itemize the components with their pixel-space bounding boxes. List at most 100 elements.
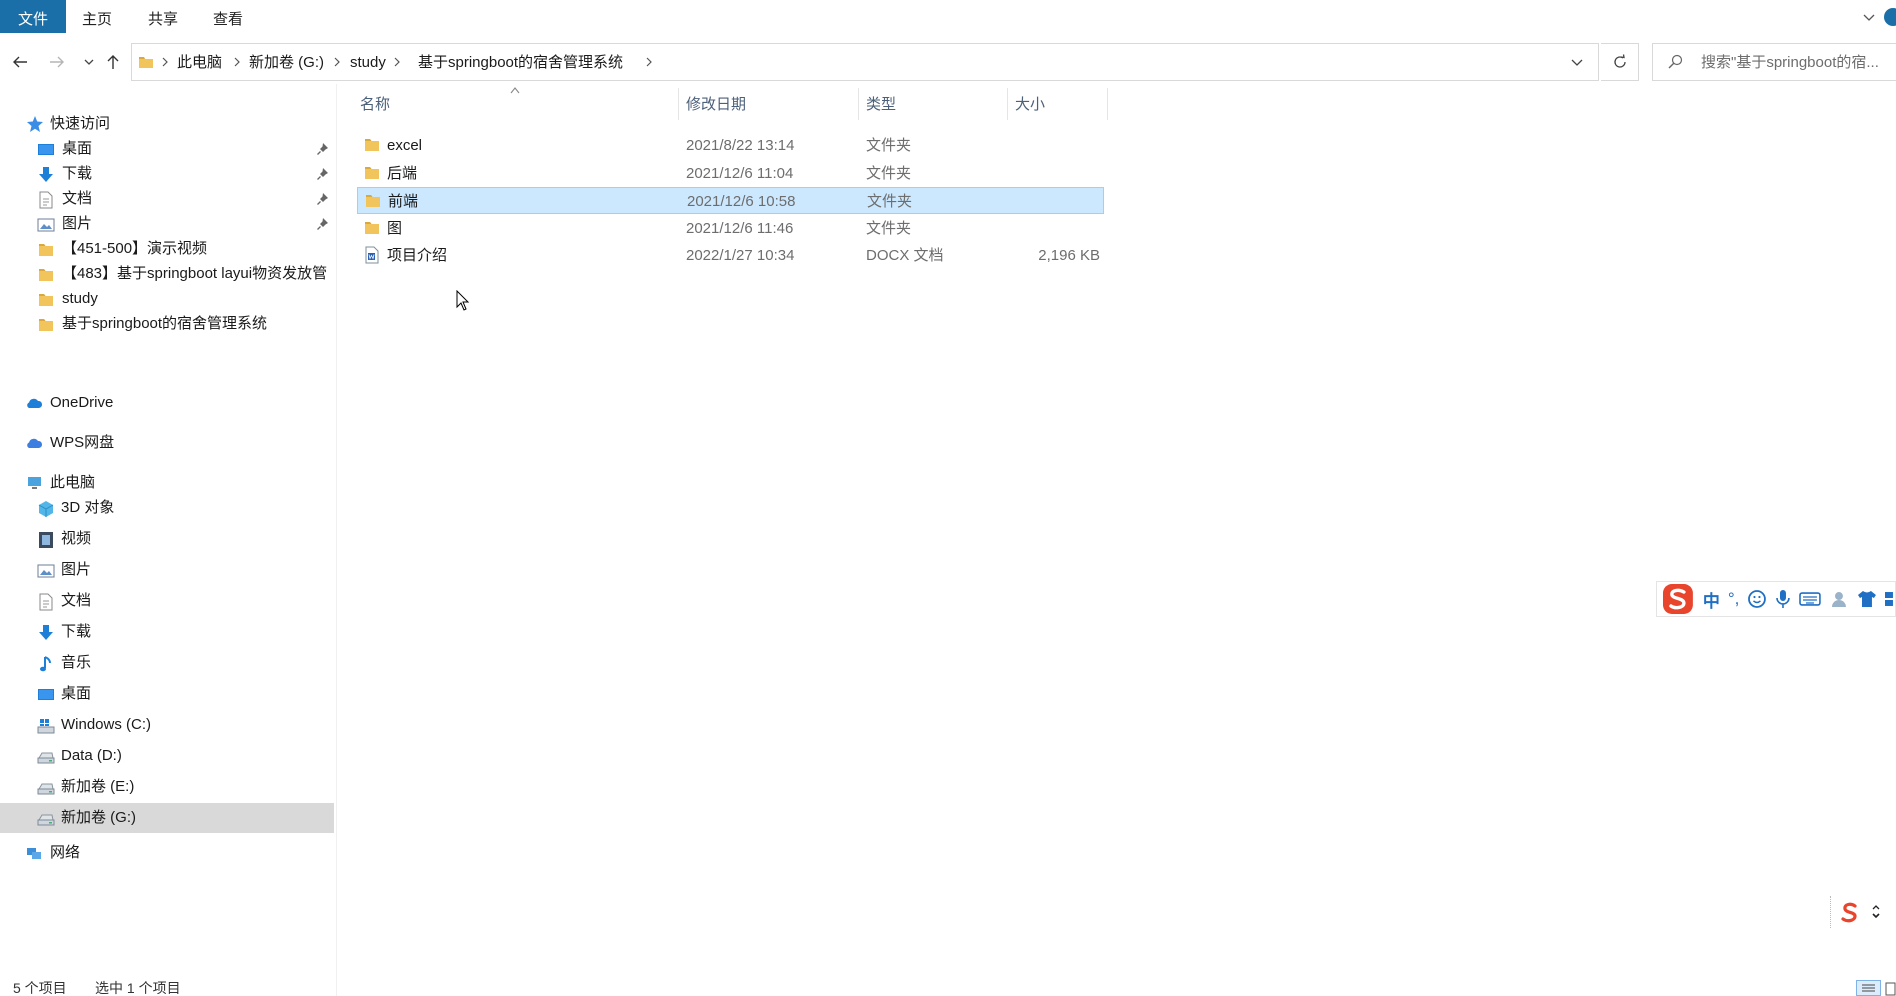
breadcrumb-this-pc[interactable]: 此电脑 bbox=[177, 44, 222, 80]
desktop-icon bbox=[37, 140, 55, 158]
file-size: 2,196 KB bbox=[1038, 247, 1100, 264]
user-icon[interactable] bbox=[1829, 589, 1849, 609]
table-row[interactable]: excel 2021/8/22 13:14 文件夹 bbox=[357, 132, 1104, 159]
file-date: 2022/1/27 10:34 bbox=[686, 247, 795, 264]
back-icon[interactable] bbox=[8, 50, 32, 74]
refresh-button[interactable] bbox=[1601, 43, 1639, 81]
picture-icon bbox=[37, 215, 55, 233]
sidebar-item-pc-e[interactable]: 新加卷 (E:) bbox=[0, 772, 334, 802]
tab-home[interactable]: 主页 bbox=[68, 0, 126, 33]
breadcrumb-separator-icon[interactable] bbox=[644, 56, 654, 68]
sidebar-item-label: 网络 bbox=[50, 844, 81, 861]
breadcrumb-study[interactable]: study bbox=[350, 44, 386, 80]
sogou-logo-icon bbox=[1841, 902, 1857, 923]
sidebar-item-pc-item[interactable]: 音乐 bbox=[0, 648, 334, 678]
toolbox-icon[interactable] bbox=[1883, 589, 1895, 609]
sidebar-item-network[interactable]: 网络 bbox=[0, 838, 334, 868]
table-row[interactable]: 前端 2021/12/6 10:58 文件夹 bbox=[357, 187, 1104, 214]
pin-icon[interactable] bbox=[316, 217, 330, 231]
folder-icon bbox=[363, 219, 381, 237]
pin-icon[interactable] bbox=[316, 142, 330, 156]
ime-punctuation-label[interactable]: °, bbox=[1728, 589, 1740, 609]
column-divider[interactable] bbox=[1007, 88, 1008, 120]
breadcrumb-separator-icon[interactable] bbox=[160, 56, 170, 68]
ime-menu-icon[interactable] bbox=[1871, 904, 1881, 920]
help-icon[interactable] bbox=[1884, 8, 1896, 26]
breadcrumb-separator-icon[interactable] bbox=[392, 56, 402, 68]
address-history-icon[interactable] bbox=[1570, 57, 1584, 69]
folder-icon bbox=[37, 315, 55, 333]
view-mode-buttons[interactable] bbox=[1856, 978, 1896, 996]
ime-mode-label[interactable]: 中 bbox=[1703, 587, 1720, 612]
ribbon-expand-icon[interactable] bbox=[1862, 10, 1876, 24]
search-box[interactable]: 搜索"基于springboot的宿... bbox=[1652, 43, 1896, 81]
breadcrumb-drive-g[interactable]: 新加卷 (G:) bbox=[249, 44, 324, 80]
file-date: 2021/12/6 11:46 bbox=[686, 219, 794, 237]
folder-icon bbox=[37, 240, 55, 258]
tab-file[interactable]: 文件 bbox=[0, 0, 66, 33]
sidebar-item-pc-item[interactable]: 下载 bbox=[0, 617, 334, 647]
drive-icon bbox=[37, 747, 55, 765]
sidebar-item-label: WPS网盘 bbox=[50, 434, 115, 451]
sidebar-item-onedrive[interactable]: OneDrive bbox=[0, 388, 334, 418]
file-name: excel bbox=[387, 137, 423, 154]
table-row[interactable]: 图 2021/12/6 11:46 文件夹 bbox=[357, 215, 1104, 242]
navigation-pane: 快速访问 桌面 下载 文档 图片 【451-500】演示视频 【483】基于springb… bbox=[0, 100, 334, 960]
sidebar-item-label: 图片 bbox=[61, 561, 92, 578]
search-icon bbox=[1668, 54, 1683, 69]
table-row[interactable]: 项目介绍 2022/1/27 10:34 DOCX 文档 2,196 KB bbox=[357, 242, 1104, 269]
address-bar[interactable]: 此电脑 新加卷 (G:) study 基于springboot的宿舍管理系统 bbox=[131, 43, 1599, 81]
ime-mini-toolbar[interactable] bbox=[1830, 896, 1896, 928]
pin-icon[interactable] bbox=[316, 192, 330, 206]
sidebar-item-pc-item[interactable]: 桌面 bbox=[0, 679, 334, 709]
file-name: 前端 bbox=[388, 193, 419, 210]
file-date: 2021/8/22 13:14 bbox=[686, 137, 795, 154]
forward-icon[interactable] bbox=[45, 50, 69, 74]
breadcrumb-separator-icon[interactable] bbox=[232, 56, 242, 68]
sidebar-item-pc-3d[interactable]: 3D 对象 bbox=[0, 493, 334, 523]
cloud-icon bbox=[27, 398, 43, 408]
pin-icon[interactable] bbox=[316, 167, 330, 181]
table-row[interactable]: 后端 2021/12/6 11:04 文件夹 bbox=[357, 160, 1104, 187]
column-header-date[interactable]: 修改日期 bbox=[686, 92, 746, 118]
column-header-size[interactable]: 大小 bbox=[1015, 92, 1045, 118]
file-type: 文件夹 bbox=[867, 193, 913, 210]
breadcrumb-separator-icon[interactable] bbox=[332, 56, 342, 68]
document-icon bbox=[37, 592, 55, 611]
keyboard-icon[interactable] bbox=[1799, 591, 1821, 607]
drive-icon bbox=[37, 809, 55, 827]
sidebar-item-pc-item[interactable]: 图片 bbox=[0, 555, 334, 585]
sort-ascending-icon bbox=[510, 87, 520, 94]
ime-toolbar[interactable]: 中 °, bbox=[1656, 581, 1896, 617]
column-header-name[interactable]: 名称 bbox=[360, 92, 390, 118]
up-icon[interactable] bbox=[101, 50, 125, 74]
column-divider[interactable] bbox=[858, 88, 859, 120]
sidebar-item-pc-item[interactable]: 视频 bbox=[0, 524, 334, 554]
file-name: 图 bbox=[387, 219, 403, 237]
music-icon bbox=[37, 654, 55, 672]
tab-view[interactable]: 查看 bbox=[199, 0, 257, 33]
pane-divider[interactable] bbox=[336, 84, 337, 996]
column-header-type[interactable]: 类型 bbox=[866, 92, 896, 118]
network-icon bbox=[27, 848, 41, 859]
recent-locations-icon[interactable] bbox=[77, 50, 101, 74]
sidebar-item-pc-windows-c[interactable]: Windows (C:) bbox=[0, 710, 334, 740]
sidebar-item-wps[interactable]: WPS网盘 bbox=[0, 428, 334, 458]
sidebar-item-label: 音乐 bbox=[61, 654, 92, 671]
sidebar-item-quick-7[interactable]: 基于springboot的宿舍管理系统 bbox=[0, 309, 334, 339]
sidebar-item-pc-data-d[interactable]: Data (D:) bbox=[0, 741, 334, 771]
emoji-icon[interactable] bbox=[1747, 589, 1767, 609]
sidebar-item-pc-item[interactable]: 文档 bbox=[0, 586, 334, 616]
column-divider[interactable] bbox=[678, 88, 679, 120]
sidebar-item-pc-g[interactable]: 新加卷 (G:) bbox=[0, 803, 334, 833]
star-icon bbox=[27, 116, 43, 132]
sidebar-item-label: 文档 bbox=[61, 592, 92, 609]
windows-drive-icon bbox=[37, 716, 55, 734]
status-item-count: 5 个项目 bbox=[13, 980, 67, 996]
skin-shirt-icon[interactable] bbox=[1857, 589, 1877, 609]
tab-share[interactable]: 共享 bbox=[134, 0, 192, 33]
column-divider[interactable] bbox=[1107, 88, 1108, 120]
microphone-icon[interactable] bbox=[1775, 589, 1791, 609]
breadcrumb-project[interactable]: 基于springboot的宿舍管理系统 bbox=[418, 44, 623, 80]
folder-icon bbox=[363, 164, 381, 182]
